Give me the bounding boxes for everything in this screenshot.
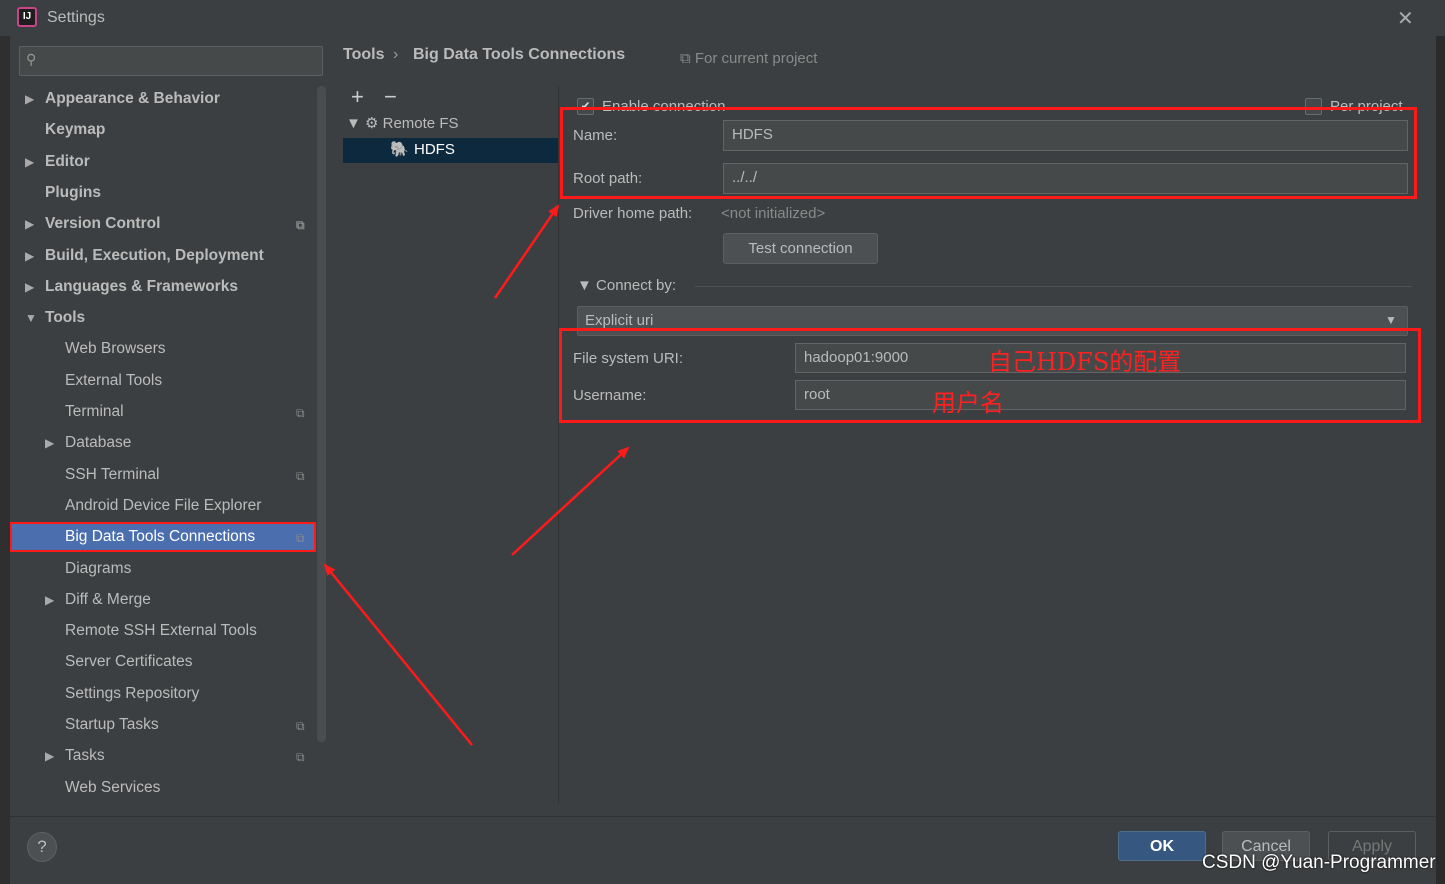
arrow-to-uri-box bbox=[511, 446, 630, 556]
csdn-watermark: CSDN @Yuan-Programmer bbox=[1202, 852, 1436, 873]
annotation-arrows bbox=[323, 204, 630, 746]
arrow-to-selected-nav bbox=[323, 563, 473, 746]
ok-button[interactable]: OK bbox=[1118, 831, 1206, 861]
arrow-to-name-box bbox=[493, 204, 560, 299]
help-button[interactable]: ? bbox=[27, 832, 57, 862]
